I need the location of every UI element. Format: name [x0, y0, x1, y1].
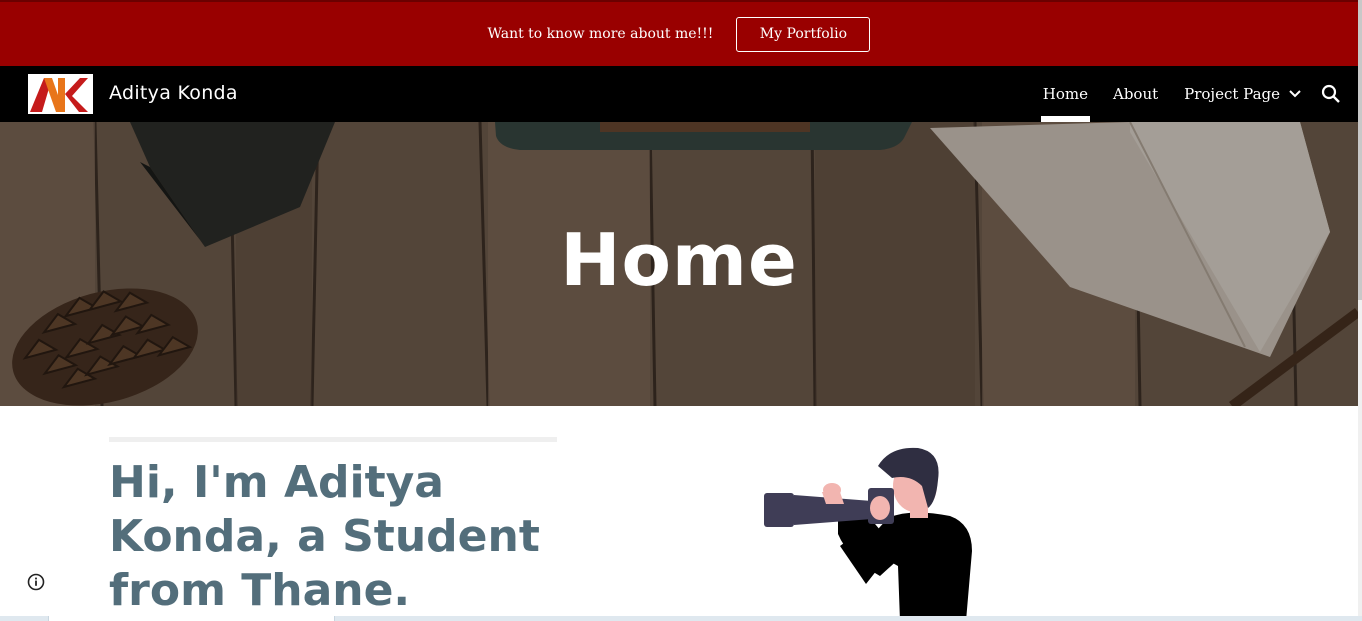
nav-item-home-label: Home — [1042, 85, 1088, 103]
chevron-down-icon[interactable] — [1288, 89, 1302, 99]
hero-title: Home — [560, 218, 798, 302]
scrollbar-thumb[interactable] — [1358, 0, 1362, 300]
nav-item-about[interactable]: About — [1113, 66, 1158, 122]
search-icon[interactable] — [1320, 83, 1342, 105]
section-divider — [109, 437, 557, 442]
intro-heading: Hi, I'm Aditya Konda, a Student from Tha… — [109, 457, 540, 616]
nav-item-home[interactable]: Home — [1040, 66, 1091, 122]
site-header: Aditya Konda Home About Project Page — [0, 66, 1358, 122]
my-portfolio-button[interactable]: My Portfolio — [736, 16, 871, 52]
primary-nav: Home About Project Page — [1040, 66, 1358, 122]
announcement-banner: Want to know more about me!!! My Portfol… — [0, 0, 1358, 66]
nav-item-project-page[interactable]: Project Page — [1184, 66, 1302, 122]
nav-item-project-label: Project Page — [1184, 85, 1280, 103]
announcement-text: Want to know more about me!!! — [487, 26, 714, 42]
bottom-tab-edge — [48, 616, 335, 621]
ak-logo-mark — [30, 78, 88, 112]
site-title[interactable]: Aditya Konda — [109, 82, 238, 104]
page-scrollbar[interactable] — [1358, 0, 1362, 621]
info-icon[interactable] — [27, 573, 45, 591]
nav-item-about-label: About — [1112, 85, 1159, 103]
site-logo[interactable] — [28, 74, 93, 114]
photographer-illustration — [760, 446, 974, 621]
hero-banner: Home — [0, 122, 1358, 406]
